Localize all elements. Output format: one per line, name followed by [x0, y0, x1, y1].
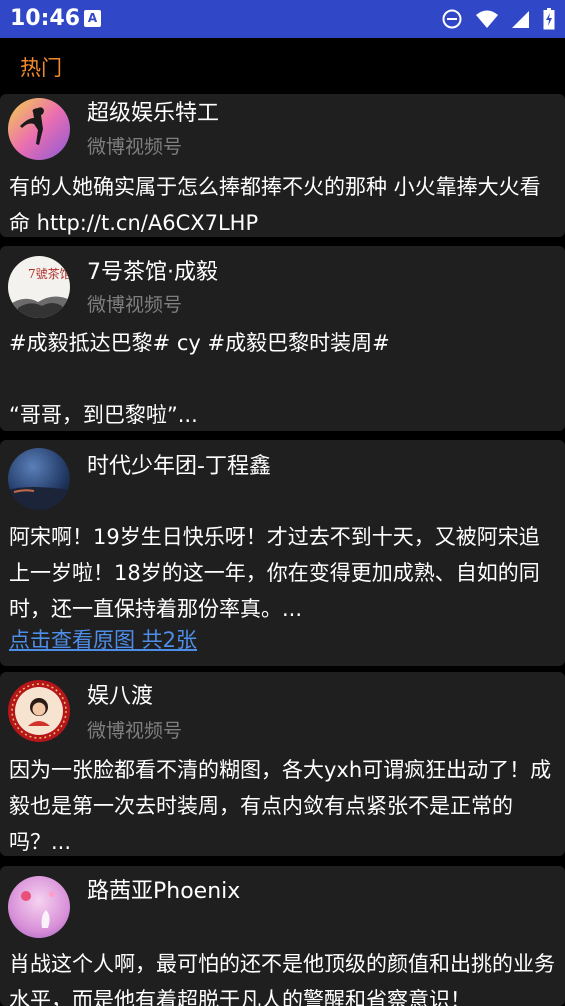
avatar-glyph: 7號茶馆	[28, 266, 70, 281]
author-name[interactable]: 7号茶馆·成毅	[87, 258, 218, 288]
feed-card[interactable]: 超级娱乐特工 微博视频号 有的人她确实属于怎么捧都捧不火的那种 小火靠捧大火看命…	[0, 94, 565, 237]
author-name[interactable]: 路茜亚Phoenix	[87, 877, 240, 907]
top-bar: 热门	[0, 38, 565, 94]
feed-card[interactable]: 路茜亚Phoenix 肖战这个人啊，最可怕的还不是他顶级的颜值和出挑的业务水平，…	[0, 866, 565, 1006]
feed-card[interactable]: 7號茶馆 7号茶馆·成毅 微博视频号 #成毅抵达巴黎# cy #成毅巴黎时装周#…	[0, 246, 565, 431]
author-name[interactable]: 超级娱乐特工	[87, 99, 219, 129]
battery-icon	[543, 8, 555, 30]
post-text[interactable]: 有的人她确实属于怎么捧都捧不火的那种 小火靠捧大火看命 http://t.cn/…	[9, 169, 559, 237]
avatar[interactable]	[8, 98, 70, 160]
signal-icon	[511, 11, 529, 28]
page-title[interactable]: 热门	[20, 54, 62, 82]
wifi-icon	[475, 10, 498, 28]
feed-card[interactable]: 娱八渡 微博视频号 因为一张脸都看不清的糊图，各大yxh可谓疯狂出动了！成毅也是…	[0, 672, 565, 856]
post-text[interactable]: 肖战这个人啊，最可怕的还不是他顶级的颜值和出挑的业务水平，而是他有着超脱于凡人的…	[9, 946, 559, 1006]
author-name[interactable]: 娱八渡	[87, 682, 153, 712]
source-label: 微博视频号	[87, 294, 183, 316]
status-time: 10:46	[10, 6, 81, 31]
post-text[interactable]: 因为一张脸都看不清的糊图，各大yxh可谓疯狂出动了！成毅也是第一次去时装周，有点…	[9, 752, 559, 856]
post-text[interactable]: #成毅抵达巴黎# cy #成毅巴黎时装周# “哥哥，到巴黎啦”...	[9, 325, 559, 431]
source-label: 微博视频号	[87, 136, 183, 158]
post-text[interactable]: 阿宋啊！19岁生日快乐呀！才过去不到十天，又被阿宋追上一岁啦！18岁的这一年，你…	[9, 519, 559, 627]
avatar[interactable]	[8, 448, 70, 510]
avatar[interactable]	[8, 876, 70, 938]
status-icons	[434, 8, 555, 30]
feed-card[interactable]: 时代少年团-丁程鑫 阿宋啊！19岁生日快乐呀！才过去不到十天，又被阿宋追上一岁啦…	[0, 440, 565, 666]
author-name[interactable]: 时代少年团-丁程鑫	[87, 452, 271, 482]
notification-icon: A	[84, 10, 101, 27]
view-original-images-link[interactable]: 点击查看原图 共2张	[9, 626, 197, 654]
avatar[interactable]	[8, 680, 70, 742]
do-not-disturb-icon	[442, 9, 462, 29]
status-bar: 10:46 A	[0, 0, 565, 38]
source-label: 微博视频号	[87, 720, 183, 742]
avatar[interactable]: 7號茶馆	[8, 256, 70, 318]
